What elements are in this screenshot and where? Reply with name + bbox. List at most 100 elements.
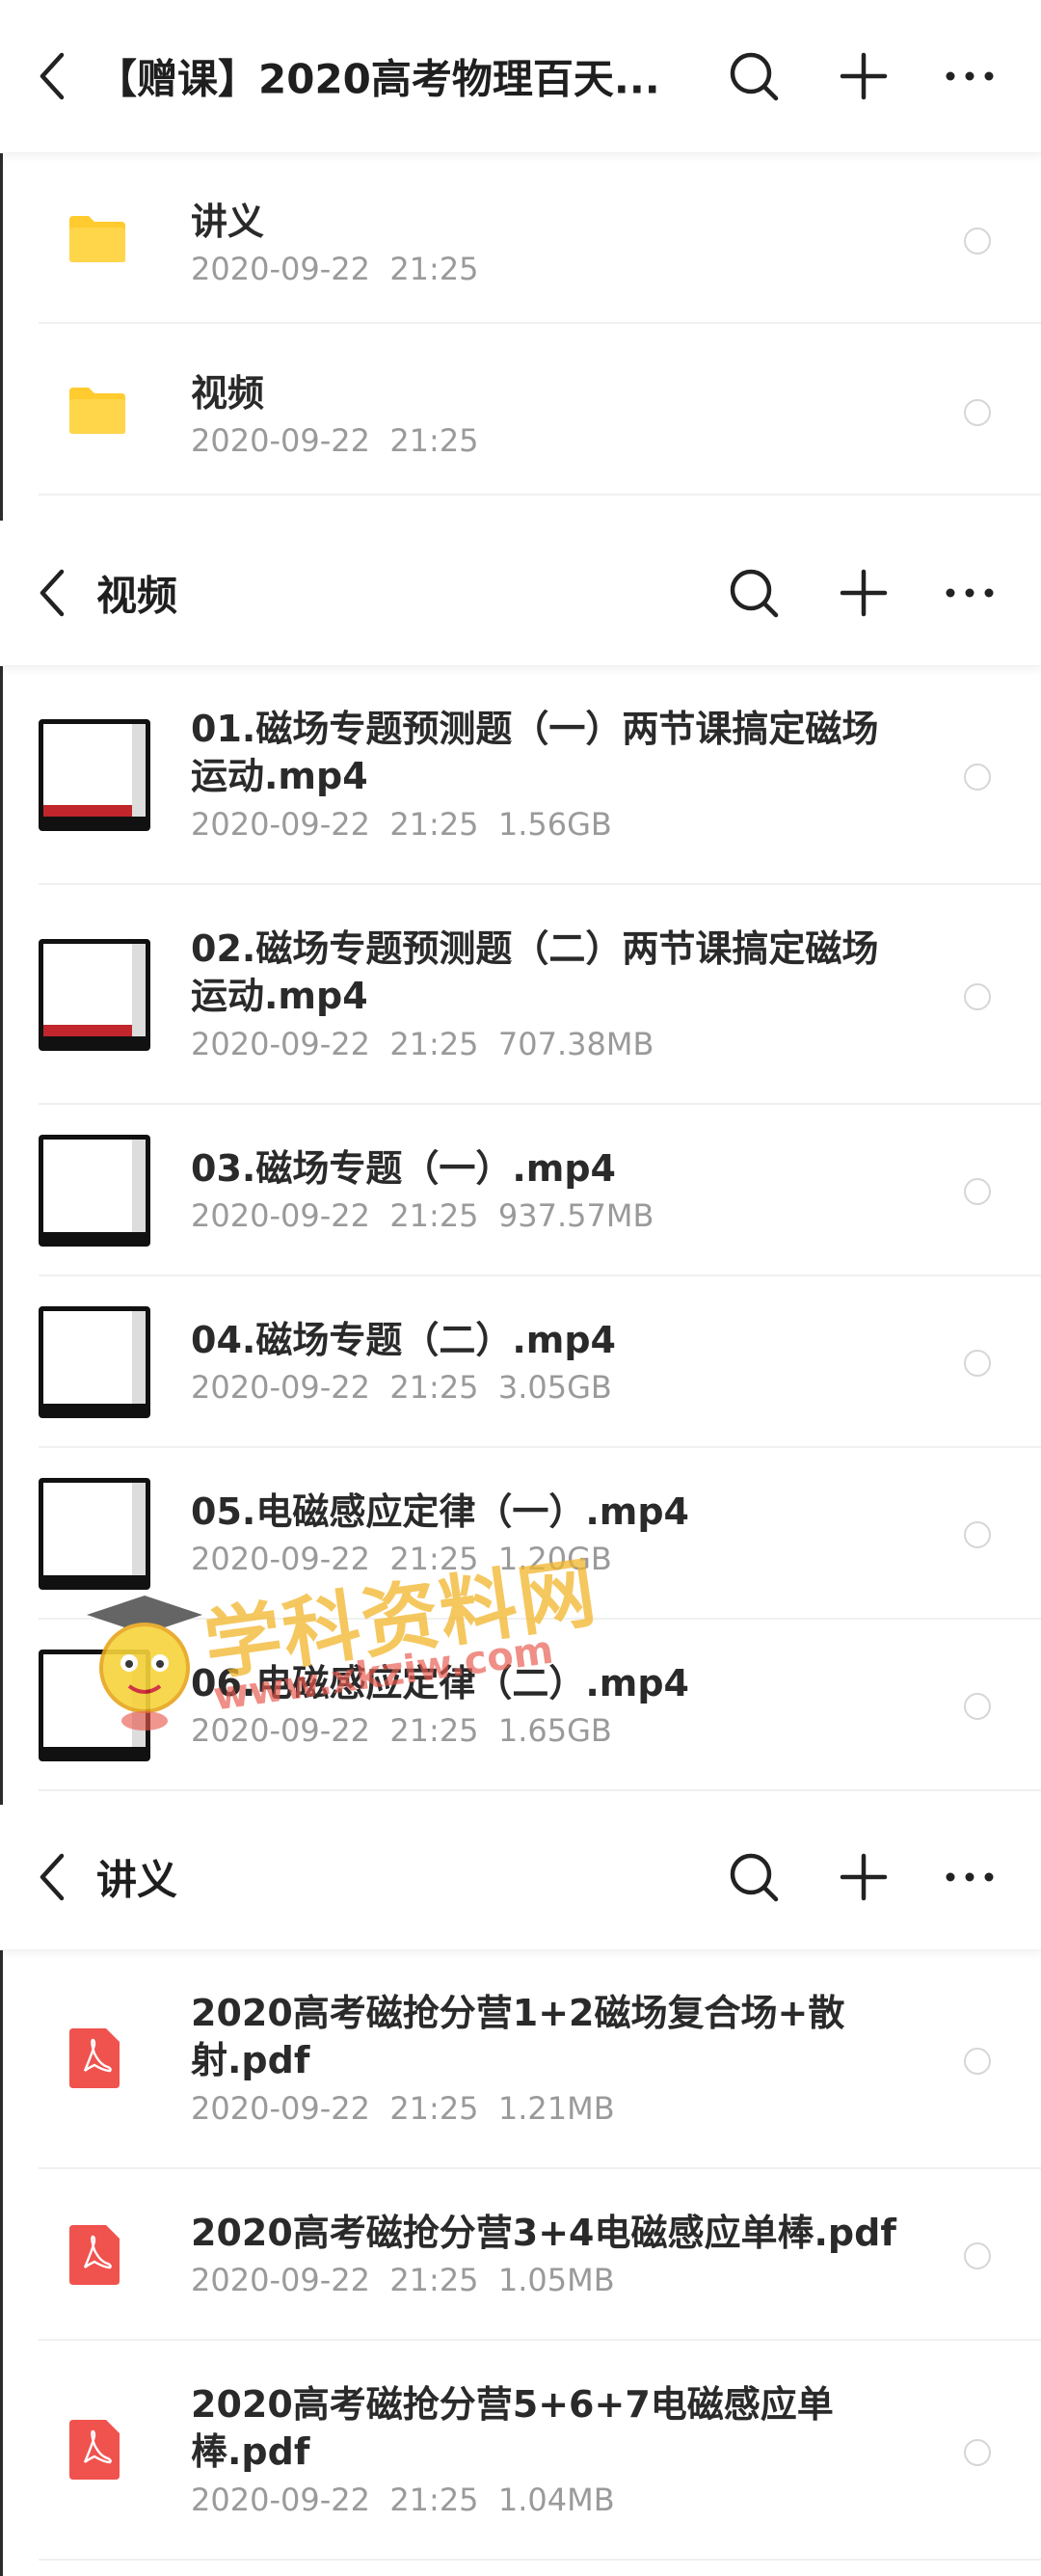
video-thumbnail bbox=[39, 1306, 150, 1418]
file-date: 2020-09-22 21:25 bbox=[191, 422, 479, 459]
page-title: 【赠课】2020高考物理百天... bbox=[96, 55, 660, 103]
divider bbox=[39, 494, 1041, 496]
file-date: 2020-09-22 21:25 bbox=[191, 1026, 479, 1062]
file-size: 937.57MB bbox=[497, 1197, 654, 1234]
select-radio[interactable] bbox=[964, 1693, 991, 1720]
select-radio[interactable] bbox=[964, 764, 991, 791]
file-name: 04.磁场专题（二）.mp4 bbox=[191, 1319, 616, 1361]
more-icon[interactable] bbox=[941, 47, 999, 105]
divider bbox=[39, 2559, 1041, 2561]
file-meta: 2020-09-22 21:25 1.04MB bbox=[191, 2482, 615, 2518]
file-name: 05.电磁感应定律（一）.mp4 bbox=[191, 1490, 689, 1533]
file-size: 1.04MB bbox=[497, 2482, 615, 2518]
list-item[interactable]: 2020高考磁抢分营5+6+7电磁感应单棒.pdf 2020-09-22 21:… bbox=[0, 2341, 1041, 2561]
video-thumbnail bbox=[39, 1135, 150, 1247]
file-size: 1.20GB bbox=[497, 1541, 612, 1577]
file-name: 03.磁场专题（一）.mp4 bbox=[191, 1147, 616, 1190]
page-title: 讲义 bbox=[96, 1856, 178, 1904]
top-bar: 讲义 bbox=[0, 1805, 1041, 1950]
file-size: 1.65GB bbox=[497, 1712, 612, 1749]
video-thumbnail bbox=[39, 939, 150, 1051]
list-item[interactable]: 02.磁场专题预测题（二）两节课搞定磁场运动.mp4 2020-09-22 21… bbox=[0, 885, 1041, 1105]
plus-icon[interactable] bbox=[835, 47, 893, 105]
file-list: 2020高考磁抢分营1+2磁场复合场+散射.pdf 2020-09-22 21:… bbox=[0, 1949, 1041, 2561]
file-meta: 2020-09-22 21:25 3.05GB bbox=[191, 1369, 612, 1406]
more-icon[interactable] bbox=[941, 1848, 999, 1906]
search-icon[interactable] bbox=[725, 1848, 783, 1906]
folder-icon bbox=[69, 216, 125, 262]
file-meta: 2020-09-22 21:25 937.57MB bbox=[191, 1197, 654, 1234]
file-meta: 2020-09-22 21:25 1.20GB bbox=[191, 1541, 612, 1577]
folder-icon bbox=[69, 388, 125, 434]
list-item[interactable]: 01.磁场专题预测题（一）两节课搞定磁场运动.mp4 2020-09-22 21… bbox=[0, 665, 1041, 885]
file-date: 2020-09-22 21:25 bbox=[191, 1369, 479, 1406]
select-radio[interactable] bbox=[964, 983, 991, 1010]
pdf-icon bbox=[69, 2225, 120, 2285]
file-name: 讲义 bbox=[191, 201, 265, 243]
list-item[interactable]: 2020高考磁抢分营3+4电磁感应单棒.pdf 2020-09-22 21:25… bbox=[0, 2169, 1041, 2341]
file-size: 1.05MB bbox=[497, 2262, 615, 2298]
file-name: 2020高考磁抢分营1+2磁场复合场+散射.pdf bbox=[191, 1992, 845, 2081]
top-bar: 视频 bbox=[0, 521, 1041, 666]
video-panel-root: 视频 01.磁场专题预测题（一）两节课搞定磁场运动.mp4 2020-09-22… bbox=[0, 521, 1041, 1805]
file-list: 讲义 2020-09-22 21:25 视频 2020-09-22 21:25 bbox=[0, 152, 1041, 496]
back-chevron-icon[interactable] bbox=[29, 564, 79, 622]
file-date: 2020-09-22 21:25 bbox=[191, 1541, 479, 1577]
list-item[interactable]: 讲义 2020-09-22 21:25 bbox=[0, 152, 1041, 324]
file-date: 2020-09-22 21:25 bbox=[191, 1197, 479, 1234]
file-size: 1.56GB bbox=[497, 806, 612, 843]
divider bbox=[39, 1789, 1041, 1791]
file-name: 2020高考磁抢分营5+6+7电磁感应单棒.pdf bbox=[191, 2383, 834, 2473]
handout-panel-root: 讲义 2020高考磁抢分营1+2磁场复合场+散射.pdf 2020-09-22 … bbox=[0, 1805, 1041, 2576]
file-date: 2020-09-22 21:25 bbox=[191, 2090, 479, 2127]
plus-icon[interactable] bbox=[835, 564, 893, 622]
file-date: 2020-09-22 21:25 bbox=[191, 1712, 479, 1749]
list-item[interactable]: 03.磁场专题（一）.mp4 2020-09-22 21:25 937.57MB bbox=[0, 1105, 1041, 1276]
file-list: 01.磁场专题预测题（一）两节课搞定磁场运动.mp4 2020-09-22 21… bbox=[0, 665, 1041, 1791]
file-date: 2020-09-22 21:25 bbox=[191, 251, 479, 287]
file-name: 视频 bbox=[191, 372, 265, 415]
pdf-icon bbox=[69, 2420, 120, 2480]
file-size: 707.38MB bbox=[497, 1026, 654, 1062]
more-icon[interactable] bbox=[941, 564, 999, 622]
select-radio[interactable] bbox=[964, 2242, 991, 2269]
file-name: 2020高考磁抢分营3+4电磁感应单棒.pdf bbox=[191, 2212, 896, 2254]
select-radio[interactable] bbox=[964, 1521, 991, 1548]
list-item[interactable]: 06.电磁感应定律（二）.mp4 2020-09-22 21:25 1.65GB bbox=[0, 1620, 1041, 1791]
file-meta: 2020-09-22 21:25 1.21MB bbox=[191, 2090, 615, 2127]
list-item[interactable]: 2020高考磁抢分营1+2磁场复合场+散射.pdf 2020-09-22 21:… bbox=[0, 1949, 1041, 2169]
file-size: 3.05GB bbox=[497, 1369, 612, 1406]
select-radio[interactable] bbox=[964, 1350, 991, 1377]
list-item[interactable]: 04.磁场专题（二）.mp4 2020-09-22 21:25 3.05GB bbox=[0, 1276, 1041, 1448]
search-icon[interactable] bbox=[725, 47, 783, 105]
select-radio[interactable] bbox=[964, 399, 991, 426]
page-title: 视频 bbox=[96, 572, 178, 620]
file-name: 01.磁场专题预测题（一）两节课搞定磁场运动.mp4 bbox=[191, 708, 879, 797]
back-chevron-icon[interactable] bbox=[29, 1848, 79, 1906]
select-radio[interactable] bbox=[964, 2048, 991, 2075]
select-radio[interactable] bbox=[964, 228, 991, 255]
file-name: 02.磁场专题预测题（二）两节课搞定磁场运动.mp4 bbox=[191, 927, 879, 1017]
file-meta: 2020-09-22 21:25 1.05MB bbox=[191, 2262, 615, 2298]
list-item[interactable]: 05.电磁感应定律（一）.mp4 2020-09-22 21:25 1.20GB bbox=[0, 1448, 1041, 1620]
file-name: 06.电磁感应定律（二）.mp4 bbox=[191, 1662, 689, 1704]
video-thumbnail bbox=[39, 719, 150, 831]
file-date: 2020-09-22 21:25 bbox=[191, 806, 479, 843]
file-meta: 2020-09-22 21:25 707.38MB bbox=[191, 1026, 654, 1062]
top-bar: 【赠课】2020高考物理百天... bbox=[0, 0, 1041, 153]
file-meta: 2020-09-22 21:25 1.56GB bbox=[191, 806, 612, 843]
search-icon[interactable] bbox=[725, 564, 783, 622]
file-date: 2020-09-22 21:25 bbox=[191, 2262, 479, 2298]
file-size: 1.21MB bbox=[497, 2090, 615, 2127]
list-item[interactable]: 视频 2020-09-22 21:25 bbox=[0, 324, 1041, 496]
select-radio[interactable] bbox=[964, 1178, 991, 1205]
video-thumbnail bbox=[39, 1478, 150, 1590]
file-date: 2020-09-22 21:25 bbox=[191, 2482, 479, 2518]
plus-icon[interactable] bbox=[835, 1848, 893, 1906]
select-radio[interactable] bbox=[964, 2439, 991, 2466]
folder-panel-root: 【赠课】2020高考物理百天... 讲义 2020-09-22 21:25 视频… bbox=[0, 0, 1041, 521]
pdf-icon bbox=[69, 2028, 120, 2088]
file-meta: 2020-09-22 21:25 1.65GB bbox=[191, 1712, 612, 1749]
video-thumbnail bbox=[39, 1650, 150, 1761]
back-chevron-icon[interactable] bbox=[29, 47, 79, 105]
